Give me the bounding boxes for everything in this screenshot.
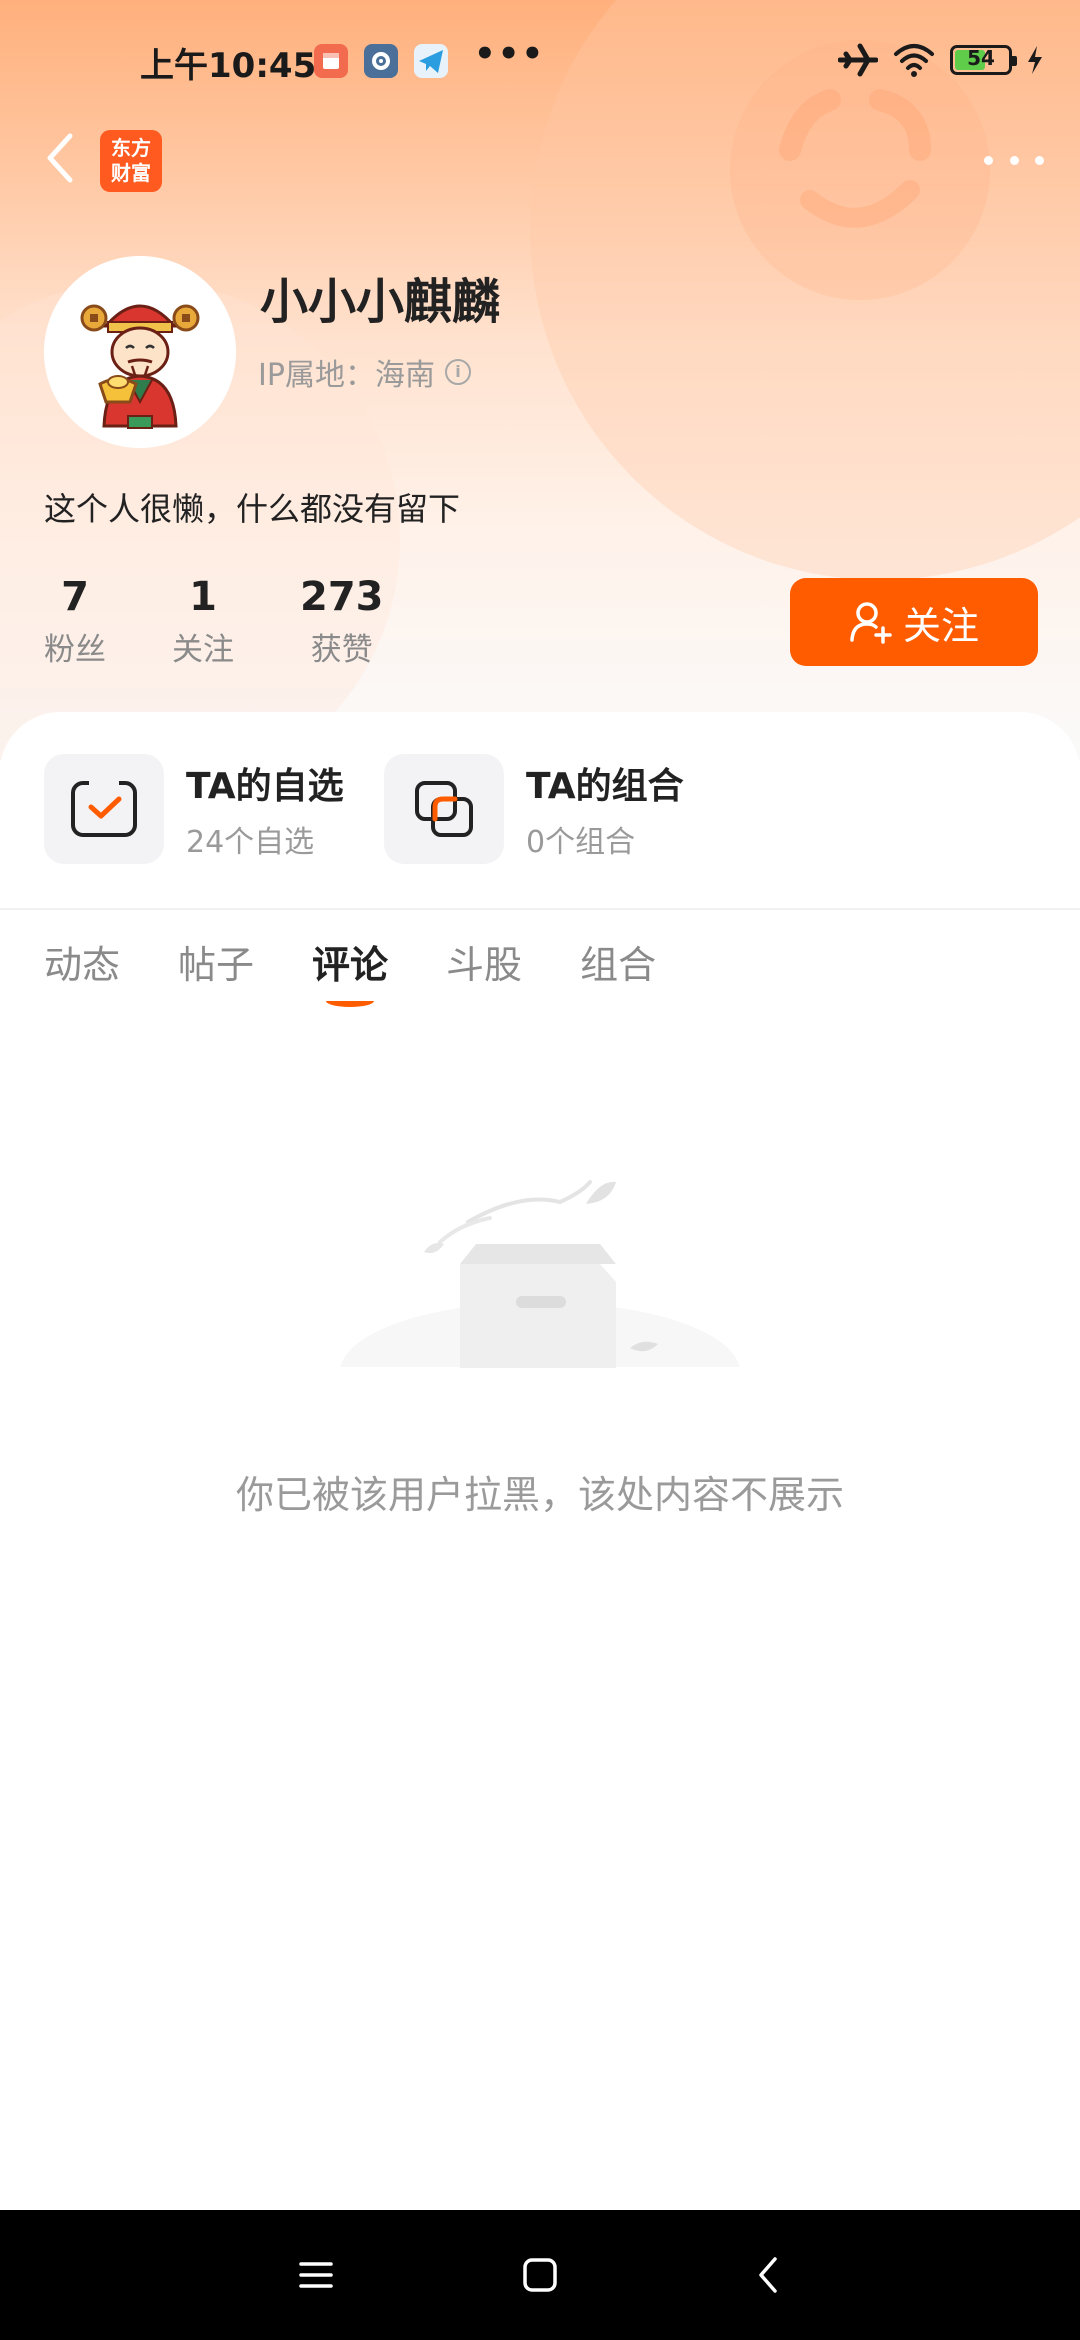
content-tabs: 动态 帖子 评论 斗股 组合: [44, 934, 656, 1011]
info-icon[interactable]: i: [444, 359, 471, 385]
more-dot: [1035, 155, 1044, 165]
wifi-icon: [894, 44, 934, 77]
active-tab-indicator: [326, 995, 375, 1007]
battery-level-text: 54: [967, 46, 995, 70]
god-of-wealth-avatar-icon: [44, 256, 236, 448]
feature-watchlist-icon-wrap: [44, 754, 164, 864]
calendar-app-icon: [314, 44, 348, 78]
system-navigation-bar: [0, 2210, 1080, 2340]
tab-label: 帖子: [178, 943, 255, 987]
tab-comments[interactable]: 评论: [312, 934, 388, 1011]
follow-button-label: 关注: [902, 603, 979, 648]
app-logo[interactable]: 东方财富: [100, 130, 162, 192]
checkbox-icon: [71, 781, 137, 837]
follow-button[interactable]: 关注: [790, 578, 1038, 666]
feature-portfolio-icon-wrap: [384, 754, 504, 864]
user-stats: 7 粉丝 1 关注 273 获赞: [44, 572, 450, 669]
settings-app-icon: [364, 44, 398, 78]
feature-title: TA的组合: [526, 766, 684, 807]
recent-apps-button[interactable]: [256, 2210, 376, 2340]
feature-portfolio[interactable]: TA的组合 0个组合: [384, 754, 684, 864]
feature-title: TA的自选: [186, 766, 344, 807]
feature-watchlist[interactable]: TA的自选 24个自选: [44, 754, 344, 864]
ip-location: IP属地：海南 i: [258, 350, 471, 394]
stat-value: 1: [189, 574, 217, 620]
stat-label: 获赞: [310, 632, 373, 668]
back-arrow-icon: [47, 133, 73, 183]
airplane-icon: [838, 43, 878, 77]
stat-value: 273: [300, 574, 384, 620]
stat-label: 粉丝: [44, 632, 106, 668]
divider: [0, 908, 1080, 910]
avatar[interactable]: [44, 256, 236, 448]
back-button[interactable]: [36, 128, 86, 188]
ip-location-text: IP属地：海南: [258, 358, 435, 393]
tab-label: 评论: [312, 943, 389, 987]
content-card: TA的自选 24个自选 TA的组合 0个组合 动态 帖子 评论 斗股 组合 你已…: [0, 712, 1080, 2210]
more-dot: [984, 155, 993, 165]
stat-value: 7: [61, 574, 89, 620]
system-back-button[interactable]: [708, 2210, 828, 2340]
app-logo-text: 东方财富: [111, 136, 151, 185]
empty-state-message: 你已被该用户拉黑，该处内容不展示: [235, 1473, 844, 1517]
feature-subtitle: 0个组合: [526, 825, 636, 860]
tab-portfolio[interactable]: 组合: [580, 934, 656, 1011]
home-square-icon: [523, 2258, 557, 2292]
feature-watchlist-text: TA的自选 24个自选: [186, 757, 344, 861]
battery-cap: [1012, 56, 1017, 66]
user-bio: 这个人很懒，什么都没有留下: [44, 490, 461, 528]
tab-label: 组合: [580, 943, 657, 987]
username: 小小小麒麟: [260, 274, 501, 330]
tab-label: 斗股: [446, 943, 523, 987]
more-dot: [1009, 155, 1019, 165]
home-button[interactable]: [480, 2210, 600, 2340]
back-chevron-icon: [759, 2257, 777, 2293]
tab-stock-battle[interactable]: 斗股: [446, 934, 522, 1011]
tab-label: 动态: [44, 943, 121, 987]
status-time: 上午10:45: [140, 46, 317, 86]
stat-followers[interactable]: 7 粉丝: [44, 572, 106, 669]
portfolio-icon: [415, 781, 473, 837]
battery-icon: 54: [950, 45, 1017, 75]
stat-label: 关注: [172, 632, 234, 668]
stat-following[interactable]: 1 关注: [172, 572, 234, 669]
tab-dynamics[interactable]: 动态: [44, 934, 120, 1011]
add-user-icon: [850, 602, 892, 644]
empty-box-illustration: [320, 1152, 760, 1442]
menu-icon: [299, 2262, 333, 2288]
more-options-button[interactable]: [984, 140, 1044, 180]
status-bar: 上午10:45 ••• 54: [0, 0, 1080, 120]
feature-portfolio-text: TA的组合 0个组合: [526, 757, 684, 861]
feature-subtitle: 24个自选: [186, 825, 315, 860]
more-notifications-indicator: •••: [474, 34, 546, 74]
stat-likes[interactable]: 273 获赞: [300, 572, 384, 669]
status-right-icons: 54: [838, 40, 1044, 80]
tab-posts[interactable]: 帖子: [178, 934, 254, 1011]
charging-icon: [1028, 46, 1042, 74]
telegram-app-icon: [414, 44, 448, 78]
